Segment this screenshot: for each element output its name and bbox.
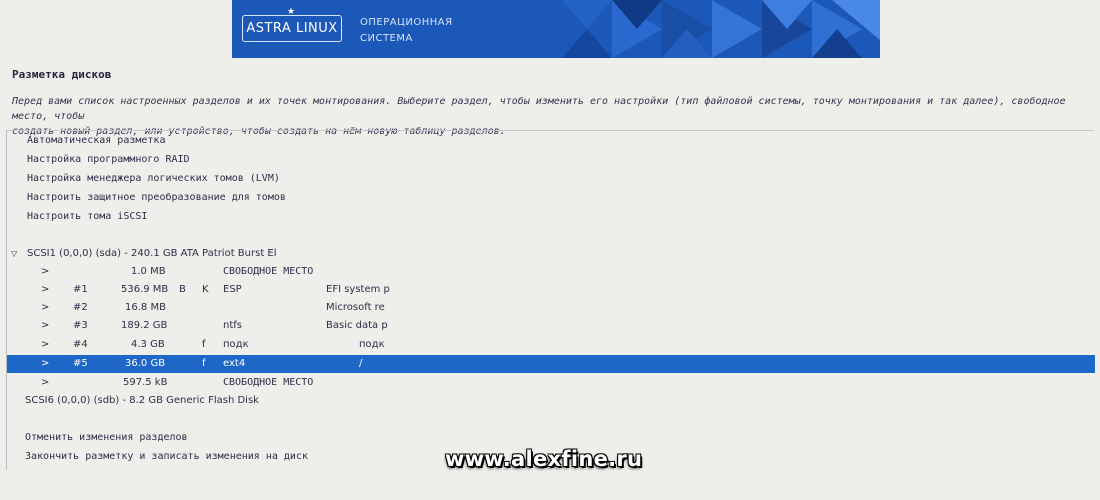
partition-flag-f: f	[202, 358, 206, 369]
partition-fs: подк	[223, 339, 249, 350]
row-arrow-icon: >	[41, 339, 50, 350]
expand-triangle-icon: ▽	[11, 249, 18, 258]
menu-item-label: Настроить тома iSCSI	[27, 211, 148, 222]
partition-row-1[interactable]: > #1 536.9 MB B K ESP EFI system p	[7, 281, 1095, 299]
partition-row-2[interactable]: > #2 16.8 MB Microsoft re	[7, 299, 1095, 317]
logo-subtitle-line2: СИСТЕМА	[360, 33, 413, 44]
page-title: Разметка дисков	[12, 68, 112, 81]
menu-item-encrypted-volumes[interactable]: Настроить защитное преобразование для то…	[7, 189, 1095, 207]
action-label: Закончить разметку и записать изменения …	[25, 451, 308, 462]
partition-flag-k: K	[202, 284, 209, 295]
partition-row-free-2[interactable]: > 597.5 kB СВОБОДНОЕ МЕСТО	[7, 374, 1095, 392]
disk-label: SCSI6 (0,0,0) (sdb) - 8.2 GB Generic Fla…	[25, 395, 259, 406]
partition-name: Microsoft re	[326, 302, 385, 313]
partition-flag-b: B	[179, 284, 186, 295]
partition-row-4[interactable]: > #4 4.3 GB f подк подк	[7, 336, 1095, 354]
row-arrow-icon: >	[41, 320, 50, 331]
partition-size: 189.2 GB	[121, 320, 168, 331]
row-arrow-icon: >	[41, 284, 50, 295]
menu-item-label: Настройка менеджера логических томов (LV…	[27, 173, 280, 184]
partition-number: #2	[73, 302, 88, 313]
partition-size: 1.0 MB	[131, 266, 166, 277]
partition-row-5-selected[interactable]: > #5 36.0 GB f ext4 /	[7, 355, 1095, 373]
partition-mount: подк	[359, 339, 385, 350]
disk-sdb-row[interactable]: SCSI6 (0,0,0) (sdb) - 8.2 GB Generic Fla…	[7, 392, 1095, 410]
menu-item-software-raid[interactable]: Настройка программного RAID	[7, 151, 1095, 169]
watermark-text: www.alexfine.ru	[445, 447, 643, 471]
menu-item-label: Автоматическая разметка	[27, 135, 166, 146]
astra-linux-logo: ASTRA LINUX	[242, 15, 342, 42]
logo-subtitle: ОПЕРАЦИОННАЯ СИСТЕМА	[360, 15, 470, 47]
menu-item-iscsi[interactable]: Настроить тома iSCSI	[7, 208, 1095, 226]
partition-size: 36.0 GB	[125, 358, 166, 369]
intro-line-1: Перед вами список настроенных разделов и…	[12, 96, 1066, 122]
partition-number: #3	[73, 320, 88, 331]
partition-list: Автоматическая разметка Настройка програ…	[6, 130, 1095, 470]
partition-number: #5	[73, 358, 88, 369]
disk-label: SCSI1 (0,0,0) (sda) - 240.1 GB ATA Patri…	[27, 248, 277, 259]
partition-size: 4.3 GB	[131, 339, 165, 350]
row-arrow-icon: >	[41, 377, 50, 388]
partition-name: Basic data p	[326, 320, 388, 331]
partition-row-free-1[interactable]: > 1.0 MB СВОБОДНОЕ МЕСТО	[7, 263, 1095, 281]
astra-linux-banner: ★ ASTRA LINUX ОПЕРАЦИОННАЯ СИСТЕМА	[232, 0, 880, 58]
partition-row-3[interactable]: > #3 189.2 GB ntfs Basic data p	[7, 317, 1095, 335]
partition-fs: ESP	[223, 284, 242, 295]
partition-number: #4	[73, 339, 88, 350]
partition-fs: СВОБОДНОЕ МЕСТО	[223, 266, 314, 277]
undo-changes-action[interactable]: Отменить изменения разделов	[7, 429, 1095, 447]
menu-item-label: Настроить защитное преобразование для то…	[27, 192, 286, 203]
partition-size: 16.8 MB	[125, 302, 166, 313]
menu-item-lvm[interactable]: Настройка менеджера логических томов (LV…	[7, 170, 1095, 188]
partition-flag-f: f	[202, 339, 206, 350]
partition-fs: ext4	[223, 358, 246, 369]
partition-number: #1	[73, 284, 88, 295]
menu-item-label: Настройка программного RAID	[27, 154, 190, 165]
disk-sda-row[interactable]: ▽ SCSI1 (0,0,0) (sda) - 240.1 GB ATA Pat…	[7, 245, 1095, 263]
logo-subtitle-line1: ОПЕРАЦИОННАЯ	[360, 17, 453, 28]
row-arrow-icon: >	[41, 266, 50, 277]
partition-mount: /	[359, 358, 363, 369]
action-label: Отменить изменения разделов	[25, 432, 188, 443]
partition-name: EFI system p	[326, 284, 390, 295]
row-arrow-icon: >	[41, 358, 50, 369]
partition-fs: ntfs	[223, 320, 242, 331]
partition-size: 597.5 kB	[123, 377, 168, 388]
row-arrow-icon: >	[41, 302, 50, 313]
menu-item-auto-partition[interactable]: Автоматическая разметка	[7, 132, 1095, 150]
partition-fs: СВОБОДНОЕ МЕСТО	[223, 377, 314, 388]
partition-size: 536.9 MB	[121, 284, 169, 295]
